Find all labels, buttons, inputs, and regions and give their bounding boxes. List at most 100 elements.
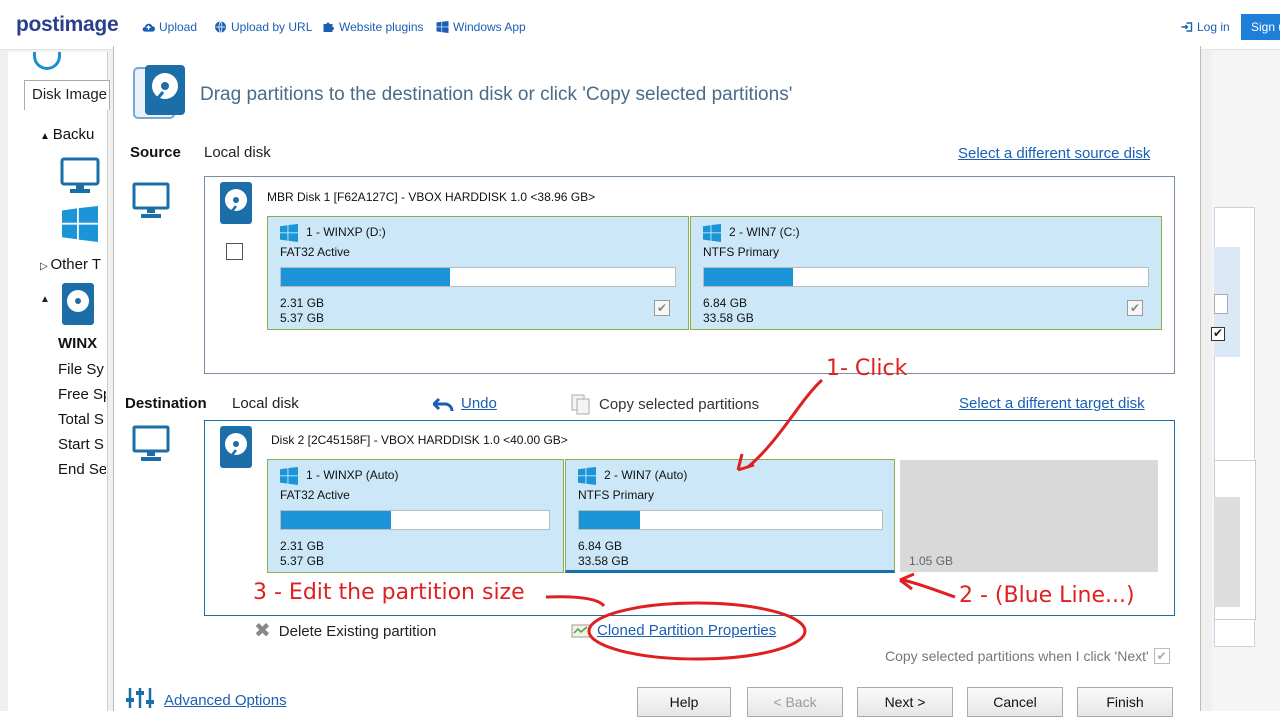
usage-bar (703, 267, 1149, 287)
close-icon: ✖ (254, 620, 271, 642)
login-link[interactable]: Log in (1180, 20, 1230, 34)
used-space: 2.31 GB (280, 539, 325, 553)
windows-logo-icon (62, 206, 98, 242)
copy-selected-partitions-label: Copy selected partitions (599, 395, 760, 413)
prop-file-system: File Sy (58, 361, 104, 378)
cloned-partition-properties-button[interactable]: Cloned Partition Properties (571, 622, 776, 639)
select-source-disk-link[interactable]: Select a different source disk (958, 145, 1150, 162)
annotation-edit-size: 3 - Edit the partition size (253, 580, 525, 605)
total-space: 33.58 GB (703, 311, 754, 325)
tab-disk-image[interactable]: Disk Image (24, 80, 110, 110)
annotation-blue-line: 2 - (Blue Line...) (959, 583, 1135, 608)
source-partition-1[interactable]: 1 - WINXP (D:) FAT32 Active 2.31 GB 5.37… (267, 216, 689, 330)
background-checkbox[interactable]: ✔ (1211, 327, 1225, 341)
windows-icon (578, 467, 596, 485)
copy-on-next-checkbox[interactable]: ✔ (1153, 648, 1170, 664)
destination-disk-title: Disk 2 [2C45158F] - VBOX HARDDISK 1.0 <4… (271, 433, 568, 447)
destination-hard-disk-icon (220, 426, 252, 468)
total-space: 5.37 GB (280, 311, 325, 325)
upload-by-url-link[interactable]: Upload by URL (214, 20, 312, 34)
used-space: 6.84 GB (578, 539, 623, 553)
unallocated-size: 1.05 GB (909, 554, 954, 568)
partition-type: NTFS Primary (703, 245, 779, 259)
destination-partition-1[interactable]: 1 - WINXP (Auto) FAT32 Active 2.31 GB 5.… (267, 459, 564, 573)
tree-other[interactable]: ▷ Other T (40, 256, 106, 273)
prop-free-space: Free Sp (58, 386, 106, 403)
cloud-upload-icon (142, 23, 155, 32)
selected-partition-name: WINX (58, 335, 98, 352)
copy-on-next-option[interactable]: Copy selected partitions when I click 'N… (885, 648, 1170, 664)
globe-icon (215, 21, 226, 33)
usage-bar-fill (579, 511, 640, 529)
tree-backup[interactable]: ▲ Backu (40, 126, 106, 143)
total-space: 33.58 GB (578, 554, 629, 568)
signup-button[interactable]: Sign u (1241, 14, 1280, 40)
dialog-header-text: Drag partitions to the destination disk … (200, 84, 793, 105)
destination-partition-2[interactable]: 2 - WIN7 (Auto) NTFS Primary 6.84 GB 33.… (565, 459, 895, 573)
undo-label: Undo (461, 395, 497, 412)
back-button[interactable]: < Back (747, 687, 843, 717)
usage-bar-fill (281, 511, 391, 529)
tree-other-label: Other T (50, 256, 102, 273)
source-label: Source (130, 144, 181, 161)
advanced-options-icon (126, 688, 154, 708)
cloned-partition-properties-label: Cloned Partition Properties (597, 622, 777, 639)
monitor-icon (60, 157, 100, 193)
source-disk-checkbox[interactable] (226, 243, 243, 260)
copy-on-next-label: Copy selected partitions when I click 'N… (885, 648, 1149, 664)
unallocated-space[interactable]: 1.05 GB (900, 460, 1158, 572)
source-partition-2[interactable]: 2 - WIN7 (C:) NTFS Primary 6.84 GB 33.58… (690, 216, 1162, 330)
windows-icon (280, 224, 298, 242)
upload-link[interactable]: Upload (142, 20, 197, 34)
prop-end-sector: End Se (58, 461, 106, 478)
windows-icon (703, 224, 721, 242)
copy-selected-partitions-button[interactable]: Copy selected partitions (570, 393, 759, 415)
delete-existing-partition-button[interactable]: ✖ Delete Existing partition (254, 620, 437, 642)
partition-checkbox[interactable]: ✔ (1127, 300, 1143, 316)
delete-existing-partition-label: Delete Existing partition (278, 622, 437, 640)
tree-backup-label: Backu (52, 126, 95, 143)
source-hard-disk-icon (220, 182, 252, 224)
login-icon (1181, 22, 1193, 32)
background-field (1214, 294, 1228, 314)
partition-name: 2 - WIN7 (C:) (729, 225, 800, 239)
total-space: 5.37 GB (280, 554, 325, 568)
partition-type: FAT32 Active (280, 245, 350, 259)
partition-type: FAT32 Active (280, 488, 350, 502)
prop-total-size: Total S (58, 411, 104, 428)
cancel-button[interactable]: Cancel (967, 687, 1063, 717)
usage-bar-fill (281, 268, 451, 286)
undo-button[interactable]: Undo (433, 395, 497, 412)
advanced-options-link[interactable]: Advanced Options (164, 692, 287, 709)
partition-name: 1 - WINXP (Auto) (306, 468, 399, 482)
usage-bar (280, 267, 676, 287)
puzzle-icon (323, 22, 334, 32)
destination-label: Destination (125, 395, 207, 412)
undo-icon (433, 397, 454, 411)
postimage-logo[interactable]: postimage (16, 13, 119, 37)
upload-label: Upload (159, 20, 198, 34)
copy-icon (571, 394, 590, 415)
help-button[interactable]: Help (637, 687, 731, 717)
destination-type: Local disk (232, 395, 299, 412)
windows-icon (436, 21, 449, 33)
usage-bar (578, 510, 883, 530)
finish-button[interactable]: Finish (1077, 687, 1173, 717)
windows-app-label: Windows App (453, 20, 526, 34)
usage-bar-fill (704, 268, 793, 286)
select-target-disk-link[interactable]: Select a different target disk (959, 395, 1145, 412)
prop-start-sector: Start S (58, 436, 104, 453)
windows-icon (280, 467, 298, 485)
used-space: 2.31 GB (280, 296, 325, 310)
tree-collapse-icon[interactable]: ▲ (40, 294, 50, 305)
partition-checkbox[interactable]: ✔ (654, 300, 670, 316)
windows-app-link[interactable]: Windows App (436, 20, 526, 34)
hard-disk-icon (62, 283, 94, 325)
website-plugins-link[interactable]: Website plugins (322, 20, 424, 34)
source-disk-title: MBR Disk 1 [F62A127C] - VBOX HARDDISK 1.… (267, 190, 596, 204)
next-button[interactable]: Next > (857, 687, 953, 717)
usage-bar (280, 510, 550, 530)
destination-monitor-icon (132, 425, 170, 461)
partition-name: 1 - WINXP (D:) (306, 225, 386, 239)
source-monitor-icon (132, 182, 170, 218)
